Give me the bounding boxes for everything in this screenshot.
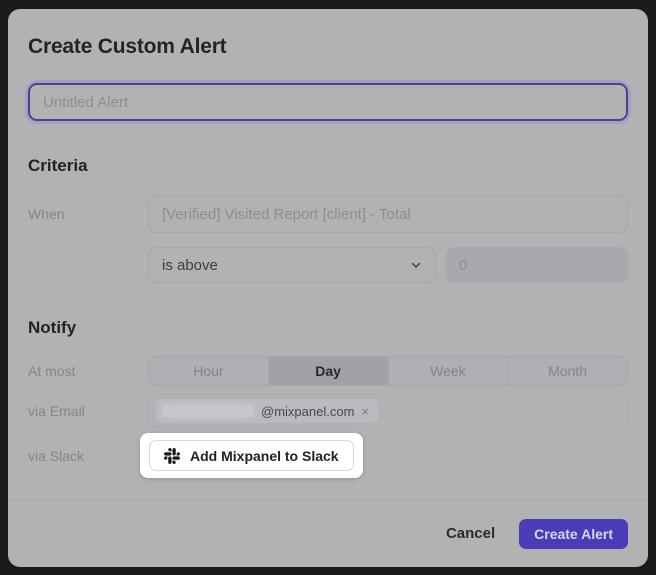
email-chip-domain: @mixpanel.com bbox=[261, 404, 354, 419]
condition-row: is above 0 bbox=[28, 247, 628, 283]
modal-body: Create Custom Alert Criteria When [Verif… bbox=[8, 9, 648, 499]
chevron-down-icon bbox=[410, 259, 422, 271]
slack-button-label: Add Mixpanel to Slack bbox=[190, 448, 339, 464]
frequency-option-hour[interactable]: Hour bbox=[149, 357, 268, 385]
slack-icon bbox=[164, 448, 180, 464]
criteria-heading: Criteria bbox=[28, 155, 628, 177]
frequency-option-month[interactable]: Month bbox=[507, 357, 627, 385]
via-email-row: via Email @mixpanel.com × bbox=[28, 394, 628, 428]
when-label: When bbox=[28, 206, 148, 222]
remove-icon[interactable]: × bbox=[361, 405, 369, 418]
email-chip: @mixpanel.com × bbox=[156, 399, 378, 423]
frequency-segmented-control: Hour Day Week Month bbox=[148, 356, 628, 386]
threshold-input[interactable]: 0 bbox=[446, 247, 628, 283]
condition-select[interactable]: is above bbox=[148, 247, 436, 283]
redacted-email-username bbox=[162, 404, 254, 418]
via-email-label: via Email bbox=[28, 403, 148, 419]
via-slack-label: via Slack bbox=[28, 448, 148, 464]
create-alert-button[interactable]: Create Alert bbox=[519, 519, 628, 549]
threshold-value: 0 bbox=[459, 257, 467, 274]
modal-footer: Cancel Create Alert bbox=[8, 499, 648, 567]
cancel-button[interactable]: Cancel bbox=[446, 525, 495, 542]
at-most-label: At most bbox=[28, 363, 148, 379]
frequency-option-day[interactable]: Day bbox=[268, 357, 388, 385]
modal-title: Create Custom Alert bbox=[28, 33, 628, 61]
alert-name-input[interactable] bbox=[28, 83, 628, 121]
metric-value: [Verified] Visited Report [client] - Tot… bbox=[162, 206, 411, 223]
condition-select-value: is above bbox=[162, 257, 218, 274]
via-slack-row: via Slack Add Mixpanel to Slack bbox=[28, 433, 628, 478]
notify-heading: Notify bbox=[28, 317, 628, 339]
when-row: When [Verified] Visited Report [client] … bbox=[28, 195, 628, 233]
metric-input[interactable]: [Verified] Visited Report [client] - Tot… bbox=[148, 195, 628, 233]
create-custom-alert-modal: Create Custom Alert Criteria When [Verif… bbox=[8, 9, 648, 567]
email-recipients-field[interactable]: @mixpanel.com × bbox=[148, 394, 628, 428]
frequency-option-week[interactable]: Week bbox=[388, 357, 508, 385]
add-mixpanel-to-slack-button[interactable]: Add Mixpanel to Slack bbox=[149, 440, 354, 471]
at-most-row: At most Hour Day Week Month bbox=[28, 356, 628, 386]
slack-button-spotlight: Add Mixpanel to Slack bbox=[140, 433, 363, 478]
